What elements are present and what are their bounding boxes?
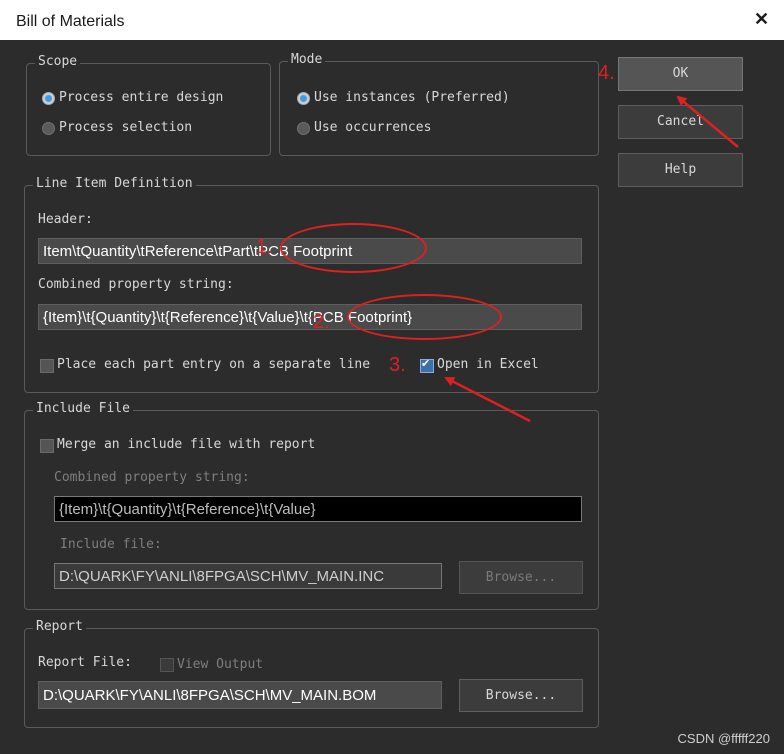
- open-in-excel-checkbox[interactable]: [420, 357, 434, 373]
- view-output-label[interactable]: View Output: [177, 657, 263, 672]
- annotation-step-4: 4.: [598, 62, 615, 84]
- merge-include-checkbox[interactable]: [40, 439, 54, 453]
- separate-line-checkbox[interactable]: [40, 359, 54, 373]
- scope-entire-design-label[interactable]: Process entire design: [59, 90, 223, 105]
- include-browse-button[interactable]: Browse...: [459, 561, 583, 594]
- report-browse-button[interactable]: Browse...: [459, 679, 583, 712]
- mode-label: Mode: [288, 52, 326, 67]
- watermark: CSDN @fffff220: [677, 731, 770, 746]
- scope-selection-label[interactable]: Process selection: [59, 120, 192, 135]
- include-combined-input[interactable]: {Item}\t{Quantity}\t{Reference}\t{Value}: [54, 496, 582, 522]
- annotation-step-2: 2.: [313, 311, 330, 333]
- annotation-step-1: 1.: [256, 236, 273, 258]
- mode-occurrences-radio[interactable]: [297, 122, 310, 135]
- mode-occurrences-label[interactable]: Use occurrences: [314, 120, 431, 135]
- open-in-excel-label[interactable]: Open in Excel: [437, 357, 539, 372]
- combined-property-label: Combined property string:: [38, 277, 234, 292]
- separate-line-label[interactable]: Place each part entry on a separate line: [57, 357, 370, 372]
- annotation-step-3: 3.: [389, 354, 406, 376]
- ok-button[interactable]: OK: [618, 57, 743, 91]
- title-bar: Bill of Materials ✕: [0, 0, 784, 40]
- dialog-body: Scope Process entire design Process sele…: [0, 40, 784, 754]
- view-output-checkbox[interactable]: [160, 658, 174, 672]
- include-file-path-input[interactable]: D:\QUARK\FY\ANLI\8FPGA\SCH\MV_MAIN.INC: [54, 563, 442, 589]
- include-combined-label: Combined property string:: [54, 470, 250, 485]
- report-file-input[interactable]: D:\QUARK\FY\ANLI\8FPGA\SCH\MV_MAIN.BOM: [38, 681, 442, 709]
- scope-label: Scope: [35, 54, 81, 69]
- header-label: Header:: [38, 212, 93, 227]
- scope-entire-design-radio[interactable]: [42, 92, 55, 105]
- mode-group: Mode: [279, 52, 599, 156]
- report-group: Report: [24, 619, 599, 728]
- scope-group: Scope: [26, 54, 271, 156]
- merge-include-label[interactable]: Merge an include file with report: [57, 437, 315, 452]
- close-icon[interactable]: ✕: [754, 9, 769, 30]
- report-label: Report: [33, 619, 86, 634]
- report-file-label: Report File:: [38, 655, 132, 670]
- scope-selection-radio[interactable]: [42, 122, 55, 135]
- window-title: Bill of Materials: [16, 13, 125, 30]
- help-button[interactable]: Help: [618, 153, 743, 187]
- cancel-button[interactable]: Cancel: [618, 105, 743, 139]
- mode-instances-radio[interactable]: [297, 92, 310, 105]
- include-file-path-label: Include file:: [60, 537, 162, 552]
- annotation-ellipse-header: [280, 223, 427, 273]
- line-item-label: Line Item Definition: [33, 176, 196, 191]
- include-file-label: Include File: [33, 401, 133, 416]
- annotation-ellipse-combined: [347, 294, 502, 340]
- mode-instances-label[interactable]: Use instances (Preferred): [314, 90, 510, 105]
